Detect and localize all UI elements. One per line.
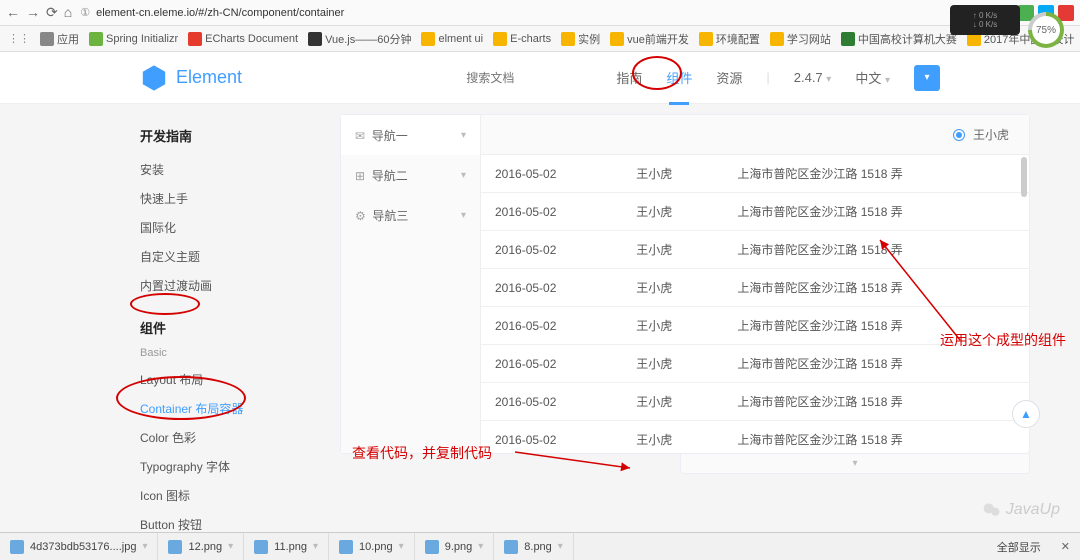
nav-icon: ⚙ bbox=[355, 209, 366, 223]
file-icon bbox=[339, 540, 353, 554]
download-item[interactable]: 12.png▾ bbox=[158, 533, 244, 560]
bookmark-item[interactable]: Spring Initializr bbox=[89, 32, 178, 46]
sidebar-item[interactable]: 自定义主题 bbox=[140, 242, 340, 271]
radio-icon[interactable] bbox=[953, 129, 965, 141]
nav-resource[interactable]: 资源 bbox=[716, 64, 742, 91]
table-row[interactable]: 2016-05-02王小虎上海市普陀区金沙江路 1518 弄 bbox=[481, 231, 1029, 269]
download-item[interactable]: 4d373bdb53176....jpg▾ bbox=[0, 533, 158, 560]
doc-sidebar: 开发指南 安装快速上手国际化自定义主题内置过渡动画 组件 Basic Layou… bbox=[140, 104, 340, 555]
sidebar-item[interactable]: Typography 字体 bbox=[140, 452, 340, 481]
demo-aside-menu: ✉ 导航一▾⊞ 导航二▾⚙ 导航三▾ bbox=[341, 115, 481, 453]
lang-select[interactable]: 中文 ▾ bbox=[855, 64, 890, 91]
sidebar-item[interactable]: 国际化 bbox=[140, 213, 340, 242]
site-header: Element 指南 组件 资源 | 2.4.7 ▾ 中文 ▾ ▾ bbox=[0, 52, 1080, 104]
show-all-downloads[interactable]: 全部显示 bbox=[987, 539, 1051, 555]
sidebar-item[interactable]: Color 色彩 bbox=[140, 423, 340, 452]
bookmark-item[interactable]: Vue.js——60分钟 bbox=[308, 31, 411, 47]
nav-icon: ⊞ bbox=[355, 169, 365, 183]
sidebar-item[interactable]: 内置过渡动画 bbox=[140, 271, 340, 300]
bookmark-item[interactable]: 实例 bbox=[561, 31, 600, 47]
demo-table[interactable]: 2016-05-02王小虎上海市普陀区金沙江路 1518 弄2016-05-02… bbox=[481, 155, 1029, 453]
scrollbar-thumb[interactable] bbox=[1021, 157, 1027, 197]
chevron-down-icon: ▾ bbox=[461, 130, 466, 141]
brand-logo[interactable]: Element bbox=[140, 64, 242, 92]
bookmark-item[interactable]: 中国高校计算机大赛 bbox=[841, 31, 957, 47]
version-select[interactable]: 2.4.7 ▾ bbox=[794, 66, 832, 89]
bookmark-item[interactable]: E-charts bbox=[493, 32, 551, 46]
nav-component[interactable]: 组件 bbox=[666, 64, 692, 91]
scroll-top-button[interactable]: ▲ bbox=[1012, 400, 1040, 428]
reload-button[interactable]: ⟳ bbox=[46, 4, 58, 21]
download-item[interactable]: 8.png▾ bbox=[494, 533, 574, 560]
bookmark-item[interactable]: vue前端开发 bbox=[610, 31, 689, 47]
bookmark-item[interactable]: ECharts Document bbox=[188, 32, 298, 46]
bookmark-item[interactable]: elment ui bbox=[421, 32, 483, 46]
close-downloads-bar[interactable]: ✕ bbox=[1051, 540, 1080, 553]
download-item[interactable]: 10.png▾ bbox=[329, 533, 415, 560]
browser-toolbar: ← → ⟳ ⌂ ① element-cn.eleme.io/#/zh-CN/co… bbox=[0, 0, 1080, 26]
demo-container: ✉ 导航一▾⊞ 导航二▾⚙ 导航三▾ 王小虎 2016-05-02王小虎上海市普… bbox=[340, 114, 1030, 454]
sidebar-subgroup: Basic bbox=[140, 347, 340, 359]
nav-guide[interactable]: 指南 bbox=[616, 64, 642, 91]
download-item[interactable]: 9.png▾ bbox=[415, 533, 495, 560]
aside-nav-item[interactable]: ✉ 导航一▾ bbox=[341, 115, 480, 155]
element-logo-icon bbox=[140, 64, 168, 92]
demo-header: 王小虎 bbox=[481, 115, 1029, 155]
file-icon bbox=[504, 540, 518, 554]
file-icon bbox=[10, 540, 24, 554]
url-text[interactable]: element-cn.eleme.io/#/zh-CN/component/co… bbox=[96, 7, 344, 19]
table-row[interactable]: 2016-05-02王小虎上海市普陀区金沙江路 1518 弄 bbox=[481, 307, 1029, 345]
chevron-down-icon: ▾ bbox=[461, 170, 466, 181]
sidebar-item[interactable]: Layout 布局 bbox=[140, 365, 340, 394]
sidebar-item[interactable]: 安装 bbox=[140, 155, 340, 184]
expand-code-button[interactable]: ▾ bbox=[680, 454, 1030, 474]
sidebar-group-title: 开发指南 bbox=[140, 126, 340, 145]
extension-icon[interactable] bbox=[1058, 5, 1074, 21]
sidebar-item[interactable]: 快速上手 bbox=[140, 184, 340, 213]
watermark: JavaUp bbox=[982, 500, 1060, 520]
file-icon bbox=[425, 540, 439, 554]
table-row[interactable]: 2016-05-02王小虎上海市普陀区金沙江路 1518 弄 bbox=[481, 421, 1029, 454]
downloads-bar: 4d373bdb53176....jpg▾12.png▾11.png▾10.pn… bbox=[0, 532, 1080, 560]
file-icon bbox=[168, 540, 182, 554]
sidebar-item[interactable]: Container 布局容器 bbox=[140, 394, 340, 423]
user-label: 王小虎 bbox=[973, 126, 1009, 143]
table-row[interactable]: 2016-05-02王小虎上海市普陀区金沙江路 1518 弄 bbox=[481, 269, 1029, 307]
speed-widget: ↑ 0 K/s ↓ 0 K/s bbox=[950, 5, 1020, 35]
url-info-icon[interactable]: ① bbox=[80, 6, 90, 19]
chevron-down-icon: ▾ bbox=[461, 210, 466, 221]
file-icon bbox=[254, 540, 268, 554]
theme-dropdown[interactable]: ▾ bbox=[914, 65, 940, 91]
sidebar-item[interactable]: Icon 图标 bbox=[140, 481, 340, 510]
nav-icon: ✉ bbox=[355, 129, 365, 143]
wechat-icon bbox=[982, 500, 1002, 520]
bookmark-item[interactable]: 应用 bbox=[40, 31, 79, 47]
table-row[interactable]: 2016-05-02王小虎上海市普陀区金沙江路 1518 弄 bbox=[481, 345, 1029, 383]
table-row[interactable]: 2016-05-02王小虎上海市普陀区金沙江路 1518 弄 bbox=[481, 155, 1029, 193]
home-button[interactable]: ⌂ bbox=[64, 4, 72, 21]
back-button[interactable]: ← bbox=[6, 4, 20, 21]
table-row[interactable]: 2016-05-02王小虎上海市普陀区金沙江路 1518 弄 bbox=[481, 383, 1029, 421]
bookmarks-bar: ⋮⋮应用Spring InitializrECharts DocumentVue… bbox=[0, 26, 1080, 52]
aside-nav-item[interactable]: ⊞ 导航二▾ bbox=[341, 155, 480, 195]
forward-button[interactable]: → bbox=[26, 4, 40, 21]
sidebar-group-title: 组件 bbox=[140, 318, 340, 337]
search-input[interactable] bbox=[462, 64, 592, 92]
table-row[interactable]: 2016-05-02王小虎上海市普陀区金沙江路 1518 弄 bbox=[481, 193, 1029, 231]
bookmark-item[interactable]: 学习网站 bbox=[770, 31, 831, 47]
performance-badge[interactable]: 75% bbox=[1028, 12, 1064, 48]
bookmark-item[interactable]: 环境配置 bbox=[699, 31, 760, 47]
download-item[interactable]: 11.png▾ bbox=[244, 533, 329, 560]
aside-nav-item[interactable]: ⚙ 导航三▾ bbox=[341, 195, 480, 235]
